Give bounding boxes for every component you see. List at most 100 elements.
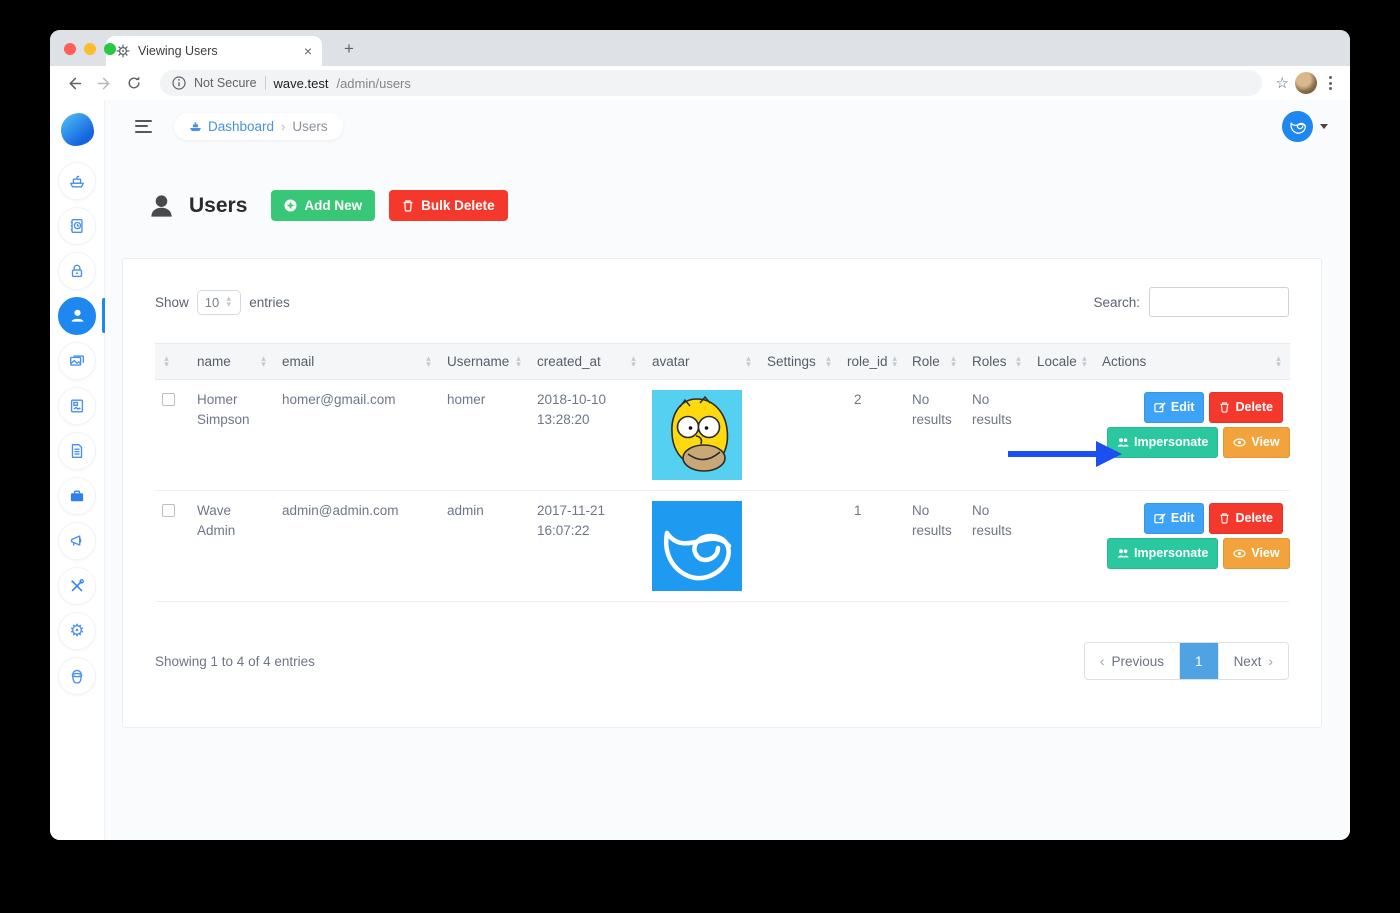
tab-favicon-helm-icon xyxy=(116,44,130,58)
main-content: Dashboard › Users xyxy=(105,100,1350,840)
pagination-previous[interactable]: ‹ Previous xyxy=(1085,643,1179,679)
sort-icon: ▴▾ xyxy=(744,356,753,367)
sidebar-item-plans[interactable] xyxy=(50,203,105,248)
wave-logo[interactable] xyxy=(61,113,94,146)
edit-button[interactable]: Edit xyxy=(1144,503,1205,534)
view-button[interactable]: View xyxy=(1223,427,1289,458)
sidebar-item-dashboard[interactable] xyxy=(50,158,105,203)
url-path: /admin/users xyxy=(336,76,410,91)
table-header-row: ▴▾ name▴▾ email▴▾ Username▴▾ created_at▴… xyxy=(155,344,1290,380)
hamburger-menu-icon[interactable] xyxy=(135,120,152,133)
document-icon xyxy=(58,432,96,470)
column-header-actions[interactable]: Actions▴▾ xyxy=(1095,344,1290,380)
sidebar-item-media[interactable] xyxy=(50,338,105,383)
bulk-delete-button[interactable]: Bulk Delete xyxy=(389,190,508,221)
tab-title: Viewing Users xyxy=(138,44,296,58)
gear-icon: ⚙ xyxy=(58,612,96,650)
sort-icon: ▴▾ xyxy=(514,356,523,367)
cell-locale xyxy=(1030,380,1095,491)
cell-name: Homer Simpson xyxy=(190,380,275,491)
reload-button[interactable] xyxy=(122,71,146,95)
sidebar-item-briefcase[interactable] xyxy=(50,473,105,518)
pagination-next[interactable]: Next › xyxy=(1218,643,1288,679)
forward-button[interactable] xyxy=(92,71,116,95)
column-header-roles[interactable]: Roles▴▾ xyxy=(965,344,1030,380)
column-header-role-id[interactable]: role_id▴▾ xyxy=(840,344,905,380)
pagination-page-1[interactable]: 1 xyxy=(1179,643,1218,679)
cell-email: admin@admin.com xyxy=(275,491,440,602)
search-input[interactable] xyxy=(1149,287,1289,317)
table-controls: Show 10 ▴▾ entries Search: xyxy=(155,287,1289,317)
sidebar-item-announcements[interactable] xyxy=(50,518,105,563)
megaphone-icon xyxy=(58,522,96,560)
trash-icon xyxy=(1219,401,1230,413)
sidebar-item-posts[interactable] xyxy=(50,428,105,473)
column-header-role[interactable]: Role▴▾ xyxy=(905,344,965,380)
view-button[interactable]: View xyxy=(1223,538,1289,569)
sidebar-item-themes[interactable] xyxy=(50,653,105,698)
address-book-clock-icon xyxy=(58,207,96,245)
sidebar-item-tools[interactable] xyxy=(50,563,105,608)
browser-menu-icon[interactable] xyxy=(1323,76,1338,90)
add-new-button[interactable]: Add New xyxy=(271,190,375,221)
entries-select[interactable]: 10 ▴▾ xyxy=(197,290,241,315)
table-row: Homer Simpson homer@gmail.com homer 2018… xyxy=(155,380,1290,491)
column-header-locale[interactable]: Locale▴▾ xyxy=(1030,344,1095,380)
delete-button[interactable]: Delete xyxy=(1209,503,1283,534)
column-header-email[interactable]: email▴▾ xyxy=(275,344,440,380)
column-header-username[interactable]: Username▴▾ xyxy=(440,344,530,380)
edit-button[interactable]: Edit xyxy=(1144,392,1205,423)
page-heading: Users Add New Bulk Delete xyxy=(148,190,1350,221)
address-bar[interactable]: Not Secure wave.test /admin/users xyxy=(160,70,1262,96)
row-select-checkbox[interactable] xyxy=(162,504,175,517)
window-minimize-button[interactable] xyxy=(84,43,96,55)
sidebar-item-settings[interactable]: ⚙ xyxy=(50,608,105,653)
table-row: Wave Admin admin@admin.com admin 2017-11… xyxy=(155,491,1290,602)
cell-name: Wave Admin xyxy=(190,491,275,602)
eye-icon xyxy=(1233,437,1246,448)
back-button[interactable] xyxy=(62,71,86,95)
tools-icon xyxy=(58,567,96,605)
bookmark-star-icon[interactable]: ☆ xyxy=(1276,74,1289,92)
edit-icon xyxy=(1154,512,1166,524)
breadcrumb-dashboard-link[interactable]: Dashboard xyxy=(189,119,274,134)
info-icon xyxy=(172,76,186,90)
window-close-button[interactable] xyxy=(64,43,76,55)
image-file-icon xyxy=(58,387,96,425)
cell-created-at: 2017-11-21 16:07:22 xyxy=(530,491,645,602)
plus-circle-icon xyxy=(284,199,297,212)
sidebar-item-users[interactable] xyxy=(50,293,105,338)
column-header-select[interactable]: ▴▾ xyxy=(155,344,190,380)
user-icon xyxy=(58,297,96,335)
user-avatar-image xyxy=(652,501,742,591)
browser-profile-avatar[interactable] xyxy=(1295,72,1317,94)
cell-roles: No results xyxy=(965,491,1030,602)
impersonate-button[interactable]: Impersonate xyxy=(1107,427,1218,458)
briefcase-icon xyxy=(58,477,96,515)
sort-icon: ▴▾ xyxy=(1274,356,1283,367)
sidebar-item-roles[interactable] xyxy=(50,248,105,293)
sort-icon: ▴▾ xyxy=(949,356,958,367)
tab-close-icon[interactable]: × xyxy=(304,43,312,59)
column-header-settings[interactable]: Settings▴▾ xyxy=(760,344,840,380)
url-host: wave.test xyxy=(274,76,329,91)
column-header-name[interactable]: name▴▾ xyxy=(190,344,275,380)
browser-tab[interactable]: Viewing Users × xyxy=(106,36,322,66)
lock-icon xyxy=(58,252,96,290)
delete-button[interactable]: Delete xyxy=(1209,392,1283,423)
row-select-checkbox[interactable] xyxy=(162,393,175,406)
user-menu[interactable] xyxy=(1282,111,1328,142)
sidebar: ⚙ xyxy=(50,100,105,840)
cell-email: homer@gmail.com xyxy=(275,380,440,491)
cell-settings xyxy=(760,380,840,491)
sort-icon: ▴▾ xyxy=(259,356,268,367)
new-tab-button[interactable]: + xyxy=(336,36,362,62)
chevron-right-icon: › xyxy=(1268,653,1273,669)
column-header-avatar[interactable]: avatar▴▾ xyxy=(645,344,760,380)
impersonate-button[interactable]: Impersonate xyxy=(1107,538,1218,569)
window-zoom-button[interactable] xyxy=(104,43,116,55)
stepper-icon: ▴▾ xyxy=(224,296,233,307)
eye-icon xyxy=(1233,548,1246,559)
sidebar-item-pages[interactable] xyxy=(50,383,105,428)
column-header-created-at[interactable]: created_at▴▾ xyxy=(530,344,645,380)
